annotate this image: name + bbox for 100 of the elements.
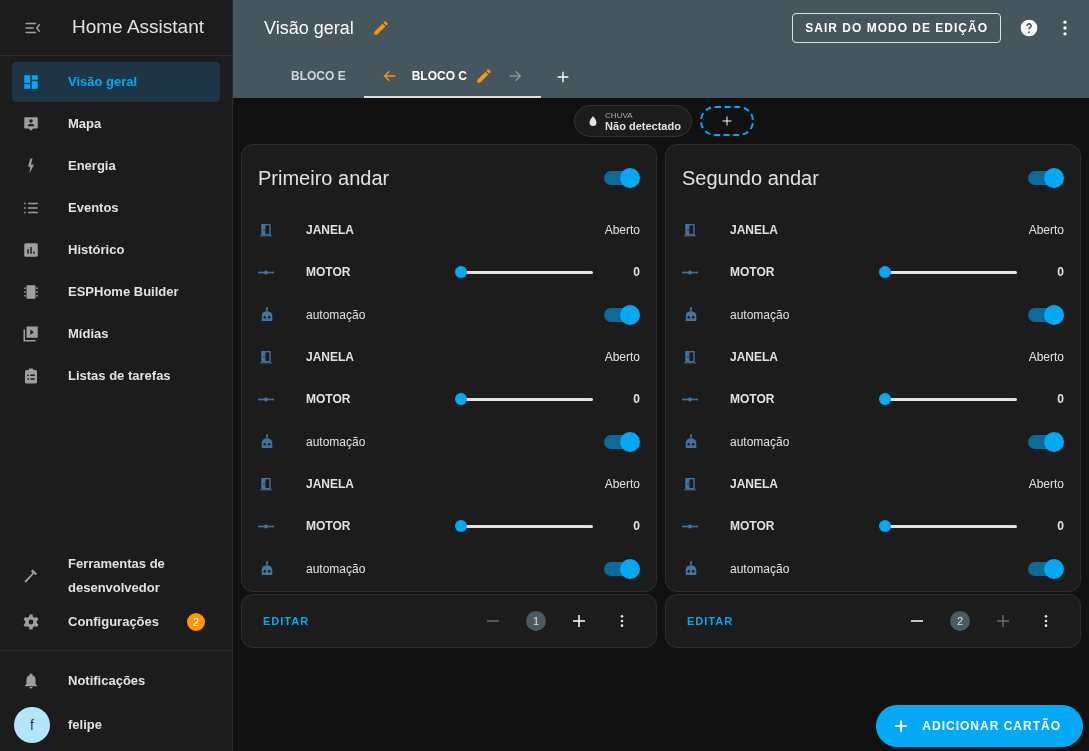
position-badge: 1	[526, 611, 546, 631]
settings-icon	[22, 613, 40, 631]
page-title: Visão geral	[264, 16, 354, 40]
sidebar-item[interactable]: Mapa	[12, 104, 220, 144]
toggle-switch[interactable]	[1028, 171, 1062, 185]
badge-state: Não detectado	[605, 121, 681, 132]
slider[interactable]	[455, 520, 594, 533]
entity-name: MOTOR	[306, 264, 351, 282]
entity-name: automação	[730, 560, 790, 578]
sidebar-item[interactable]: Configurações 2	[12, 602, 220, 642]
entity-name: JANELA	[306, 349, 354, 367]
toggle-switch[interactable]	[604, 171, 638, 185]
entity-name: JANELA	[306, 475, 354, 493]
slider[interactable]	[455, 393, 594, 406]
edit-pencil-icon[interactable]	[371, 19, 390, 37]
toggle-switch[interactable]	[604, 434, 638, 449]
entity-state: Aberto	[604, 475, 640, 493]
chip-icon	[22, 283, 40, 301]
sensor-badge[interactable]: CHUVA Não detectado	[574, 105, 692, 137]
sidebar-item[interactable]: Mídias	[12, 314, 220, 354]
card-title: Primeiro andar	[258, 166, 390, 191]
door-icon	[682, 475, 698, 492]
help-icon[interactable]	[1019, 18, 1039, 38]
edit-pencil-icon[interactable]	[475, 67, 493, 85]
entity-state: Aberto	[1028, 222, 1064, 240]
toggle-switch[interactable]	[1028, 561, 1062, 576]
sidebar-item[interactable]: Ferramentas de desenvolvedor	[12, 552, 220, 600]
door-icon	[258, 475, 274, 492]
slider-thumb[interactable]	[879, 393, 892, 406]
slider-thumb[interactable]	[455, 520, 468, 533]
slider-line-icon	[258, 269, 274, 275]
slider-line-icon	[258, 396, 274, 402]
bell-icon	[22, 672, 40, 690]
user-item[interactable]: f felipe	[12, 705, 220, 745]
sidebar-item[interactable]: Eventos	[12, 188, 220, 228]
edit-link[interactable]: EDITAR	[263, 612, 310, 630]
chart-icon	[22, 241, 40, 259]
entity-name: MOTOR	[306, 391, 351, 409]
toggle-switch[interactable]	[1028, 434, 1062, 449]
notifications-item[interactable]: Notificações	[12, 661, 220, 701]
entity-name: automação	[306, 433, 366, 451]
toggle-switch[interactable]	[604, 307, 638, 322]
entity-name: MOTOR	[730, 391, 775, 409]
slider-thumb[interactable]	[879, 266, 892, 279]
entity-state: Aberto	[1028, 475, 1064, 493]
slider-thumb[interactable]	[455, 266, 468, 279]
slider-value: 0	[633, 264, 640, 282]
entity-name: MOTOR	[730, 518, 775, 536]
clipboard-list-icon	[22, 367, 40, 385]
door-icon	[682, 222, 698, 239]
slider-value: 0	[633, 518, 640, 536]
slider-value: 0	[1057, 518, 1064, 536]
add-icon[interactable]	[555, 69, 571, 85]
sidebar-item[interactable]: Listas de tarefas	[12, 356, 220, 396]
view-tab[interactable]: BLOCO E	[273, 56, 364, 98]
slider-value: 0	[1057, 391, 1064, 409]
entity-name: automação	[306, 306, 366, 324]
dashboard-icon	[22, 73, 40, 91]
slider-line-icon	[682, 523, 698, 529]
slider-thumb[interactable]	[879, 520, 892, 533]
entity-name: JANELA	[730, 475, 778, 493]
entity-name: JANELA	[730, 222, 778, 240]
entity-name: JANELA	[306, 222, 354, 240]
slider-line-icon	[682, 396, 698, 402]
slider-thumb[interactable]	[455, 393, 468, 406]
entity-state: Aberto	[604, 349, 640, 367]
user-avatar: f	[14, 707, 50, 743]
count-badge: 2	[187, 613, 205, 631]
card-title: Segundo andar	[682, 166, 819, 191]
entity-state: Aberto	[1028, 349, 1064, 367]
slider[interactable]	[879, 520, 1018, 533]
door-icon	[682, 349, 698, 366]
view-tab[interactable]: BLOCO C	[363, 56, 541, 98]
slider-line-icon	[258, 523, 274, 529]
entity-name: automação	[730, 306, 790, 324]
slider-value: 0	[1057, 264, 1064, 282]
slider[interactable]	[879, 266, 1018, 279]
entity-name: JANELA	[730, 349, 778, 367]
door-icon	[258, 349, 274, 366]
badge-label: CHUVA	[605, 110, 634, 121]
plus-icon[interactable]	[570, 612, 588, 630]
slider[interactable]	[455, 266, 594, 279]
hammer-icon	[22, 567, 40, 585]
entity-name: automação	[730, 433, 790, 451]
slider-value: 0	[633, 391, 640, 409]
position-badge: 2	[950, 611, 970, 631]
toggle-switch[interactable]	[1028, 307, 1062, 322]
exit-edit-mode-button[interactable]: SAIR DO MODO DE EDIÇÃO	[792, 13, 1001, 43]
toggle-switch[interactable]	[604, 561, 638, 576]
edit-link[interactable]: EDITAR	[687, 612, 734, 630]
sidebar-item[interactable]: Energia	[12, 146, 220, 186]
add-icon	[894, 719, 909, 733]
slider[interactable]	[879, 393, 1018, 406]
app-title: Home Assistant	[72, 15, 204, 40]
play-box-icon	[22, 325, 40, 343]
add-badge-button[interactable]	[699, 106, 754, 136]
sidebar-item[interactable]: ESPHome Builder	[12, 272, 220, 312]
sidebar-item[interactable]: Histórico	[12, 230, 220, 270]
sidebar-item[interactable]: Visão geral	[12, 62, 220, 102]
arrow-left-icon[interactable]	[381, 68, 398, 84]
